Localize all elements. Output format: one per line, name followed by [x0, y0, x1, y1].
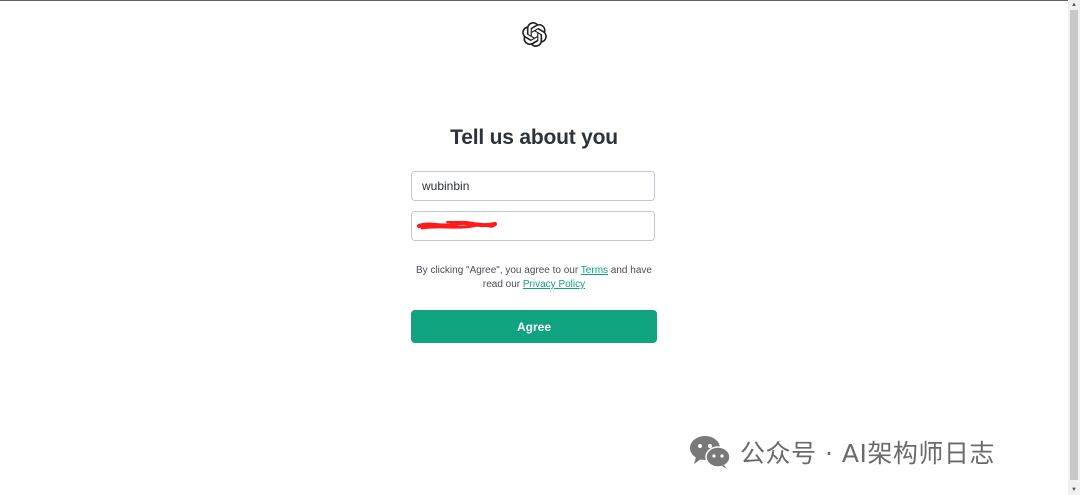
scrollbar-thumb[interactable] [1070, 10, 1078, 480]
watermark: 公众号 · AI架构师日志 [688, 432, 995, 472]
terms-notice: By clicking "Agree", you agree to our Te… [411, 264, 657, 292]
window-top-border [0, 0, 1068, 1]
vertical-scrollbar[interactable]: ▲ ▼ [1068, 0, 1080, 495]
openai-logo-icon[interactable] [522, 22, 547, 47]
page-title: Tell us about you [450, 126, 618, 149]
scroll-down-arrow-icon[interactable]: ▼ [1068, 485, 1080, 495]
privacy-policy-link[interactable]: Privacy Policy [523, 279, 585, 290]
wechat-icon [690, 436, 731, 469]
watermark-text: 公众号 · AI架构师日志 [740, 439, 995, 468]
full-name-input[interactable] [411, 171, 655, 201]
scroll-up-arrow-icon[interactable]: ▲ [1068, 0, 1080, 10]
terms-prefix-text: By clicking "Agree", you agree to our [416, 265, 581, 276]
terms-link[interactable]: Terms [581, 265, 608, 276]
birthday-input[interactable] [411, 211, 655, 241]
agree-button[interactable]: Agree [411, 310, 657, 343]
